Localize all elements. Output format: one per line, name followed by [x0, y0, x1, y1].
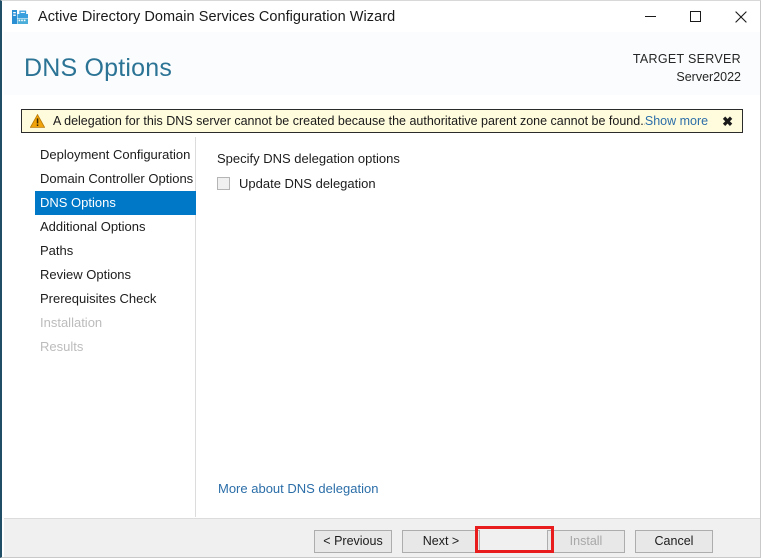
- warning-banner: A delegation for this DNS server cannot …: [21, 109, 743, 133]
- close-button[interactable]: [718, 1, 760, 32]
- content-heading: Specify DNS delegation options: [217, 151, 400, 166]
- sidebar-item-label: Deployment Configuration: [40, 147, 191, 162]
- close-icon: [734, 10, 747, 23]
- sidebar-item-paths[interactable]: Paths: [4, 239, 195, 263]
- sidebar-item-label: Paths: [40, 243, 74, 258]
- more-about-dns-delegation-link[interactable]: More about DNS delegation: [218, 481, 378, 496]
- update-dns-delegation-row[interactable]: Update DNS delegation: [217, 176, 376, 191]
- button-bar: < Previous Next > Install Cancel: [4, 518, 760, 557]
- cancel-button[interactable]: Cancel: [635, 530, 713, 553]
- sidebar-item-domain-controller-options[interactable]: Domain Controller Options: [4, 167, 195, 191]
- target-server-block: TARGET SERVER Server2022: [633, 50, 741, 86]
- warning-triangle-icon: [29, 113, 46, 128]
- minimize-button[interactable]: [628, 1, 673, 32]
- install-button: Install: [547, 530, 625, 553]
- sidebar-item-deployment-configuration[interactable]: Deployment Configuration: [4, 143, 195, 167]
- maximize-icon: [690, 11, 701, 22]
- sidebar-item-label: Prerequisites Check: [40, 291, 157, 306]
- sidebar-item-additional-options[interactable]: Additional Options: [4, 215, 195, 239]
- sidebar-item-label: Domain Controller Options: [40, 171, 194, 186]
- warning-close-icon[interactable]: ✖: [722, 115, 733, 128]
- page-title: DNS Options: [24, 54, 173, 82]
- update-dns-delegation-checkbox[interactable]: [217, 177, 230, 190]
- sidebar-item-label: Review Options: [40, 267, 132, 282]
- body-area: Deployment Configuration Domain Controll…: [4, 137, 760, 517]
- sidebar-item-prerequisites-check[interactable]: Prerequisites Check: [4, 287, 195, 311]
- sidebar-item-installation: Installation: [4, 311, 195, 335]
- sidebar-item-label: Results: [40, 339, 84, 354]
- previous-button[interactable]: < Previous: [314, 530, 392, 553]
- minimize-icon: [645, 16, 656, 17]
- page-header: DNS Options TARGET SERVER Server2022: [4, 32, 760, 95]
- next-button[interactable]: Next >: [402, 530, 480, 553]
- wizard-step-nav: Deployment Configuration Domain Controll…: [4, 137, 196, 517]
- sidebar-item-label: Additional Options: [40, 219, 146, 234]
- sidebar-item-review-options[interactable]: Review Options: [4, 263, 195, 287]
- wizard-window: Active Directory Domain Services Configu…: [0, 0, 761, 558]
- maximize-button[interactable]: [673, 1, 718, 32]
- sidebar-item-dns-options[interactable]: DNS Options: [35, 191, 196, 215]
- show-more-link[interactable]: Show more: [645, 114, 708, 128]
- sidebar-item-results: Results: [4, 335, 195, 359]
- sidebar-item-label: Installation: [40, 315, 103, 330]
- sidebar-item-label: DNS Options: [40, 195, 116, 210]
- update-dns-delegation-label: Update DNS delegation: [239, 176, 376, 191]
- server-wizard-icon: [11, 8, 29, 26]
- title-bar: Active Directory Domain Services Configu…: [2, 1, 760, 32]
- content-pane: Specify DNS delegation options Update DN…: [196, 137, 760, 517]
- window-title: Active Directory Domain Services Configu…: [38, 8, 396, 25]
- target-server-name: Server2022: [676, 70, 741, 84]
- warning-message: A delegation for this DNS server cannot …: [53, 114, 645, 128]
- target-server-label: TARGET SERVER: [632, 52, 741, 66]
